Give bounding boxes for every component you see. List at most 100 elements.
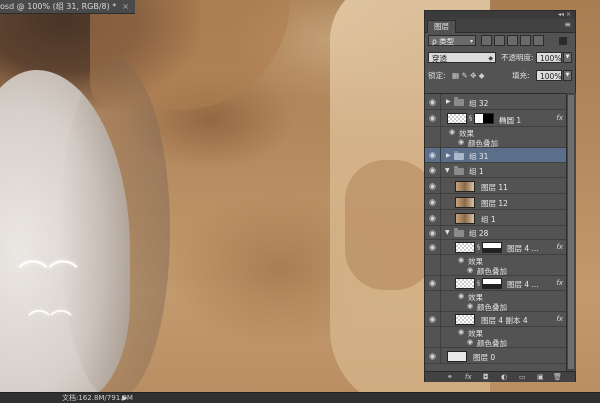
effects-row: ◉ 效果 <box>425 127 566 138</box>
add-mask-icon[interactable]: ◘ <box>483 372 489 382</box>
eye-icon[interactable]: ◉ <box>425 94 441 109</box>
filter-adjustment-icon[interactable] <box>494 35 505 46</box>
panel-tab-bar: 图层 ≡ <box>425 19 575 33</box>
mask-thumbnail[interactable] <box>474 113 494 124</box>
layer-group1-image[interactable]: ◉ 组 1 <box>425 210 566 226</box>
effects-row: ◉ 效果 <box>425 291 566 302</box>
lock-label: 锁定: <box>428 71 446 80</box>
eye-icon[interactable]: ◉ <box>425 226 441 239</box>
trash-icon[interactable]: 🗑 <box>553 372 562 382</box>
close-icon[interactable]: × <box>122 2 129 11</box>
expand-arrow-icon[interactable]: ▶ <box>446 152 451 159</box>
eye-icon[interactable] <box>425 265 441 275</box>
eye-icon[interactable]: ◉ <box>458 256 464 264</box>
panel-header-bar: ◂◂ × <box>425 11 575 19</box>
eye-icon[interactable] <box>425 337 441 347</box>
blend-mode-select[interactable]: 穿透 ◆ <box>428 52 496 63</box>
eye-icon[interactable]: ◉ <box>467 266 473 274</box>
layer-list-scrollbar[interactable] <box>566 93 576 371</box>
fill-dropdown-icon[interactable]: ▼ <box>563 70 572 81</box>
scrollbar-thumb[interactable] <box>568 95 574 369</box>
fx-icon[interactable]: fx <box>556 315 563 323</box>
mask-thumbnail[interactable] <box>482 278 502 289</box>
layer-group-28[interactable]: ◉ ▼ 组 28 <box>425 226 566 240</box>
link-layers-icon[interactable]: ⚭ <box>447 372 453 382</box>
opacity-label: 不透明度: <box>501 53 534 62</box>
eye-icon[interactable] <box>425 127 441 137</box>
opacity-field[interactable]: 100% <box>536 52 562 63</box>
layer-group-32[interactable]: ◉ ▶ 组 32 <box>425 94 566 110</box>
bird-icon: ⌒⌒ <box>28 310 73 335</box>
eye-icon[interactable]: ◉ <box>425 110 441 126</box>
add-style-icon[interactable]: fx <box>465 372 472 382</box>
fill-field[interactable]: 100% <box>536 70 562 81</box>
eye-icon[interactable]: ◉ <box>425 240 441 254</box>
layer-group-1[interactable]: ◉ ▼ 组 1 <box>425 163 566 178</box>
layer-4-copy-4[interactable]: ◉ 图层 4 副本 4 fx <box>425 312 566 327</box>
filter-shape-icon[interactable] <box>520 35 531 46</box>
layers-panel: ◂◂ × 图层 ≡ ρ 类型 ▾ 穿透 ◆ 不透明度: 100% ▼ 锁定: ▦ ✎… <box>424 10 576 382</box>
eye-icon[interactable] <box>425 301 441 311</box>
color-overlay-row[interactable]: ◉ 颜色叠加 <box>425 301 566 312</box>
eye-icon[interactable] <box>425 255 441 265</box>
eye-icon[interactable]: ◉ <box>425 194 441 209</box>
new-group-icon[interactable]: ▭ <box>519 372 526 382</box>
filter-toggle[interactable] <box>559 37 567 45</box>
lock-icons[interactable]: ▦ ✎ ✥ ◆ <box>452 70 485 81</box>
panel-menu-icon[interactable]: ≡ <box>564 20 571 29</box>
layer-0[interactable]: ◉ 图层 0 <box>425 348 566 364</box>
link-icon[interactable]: § <box>469 115 472 122</box>
eye-icon[interactable]: ◉ <box>425 210 441 225</box>
folder-icon <box>454 97 464 106</box>
collapse-close-icons[interactable]: ◂◂ × <box>558 11 571 18</box>
filter-kind-select[interactable]: ρ 类型 ▾ <box>428 35 476 46</box>
eye-icon[interactable]: ◉ <box>467 302 473 310</box>
eye-icon[interactable]: ◉ <box>458 138 464 146</box>
layer-name: 组 28 <box>469 229 489 238</box>
layer-11[interactable]: ◉ 图层 11 <box>425 178 566 194</box>
mid-band-shape <box>345 160 435 290</box>
fx-icon[interactable]: fx <box>556 114 563 122</box>
layer-12[interactable]: ◉ 图层 12 <box>425 194 566 210</box>
eye-icon[interactable]: ◉ <box>425 348 441 363</box>
layer-name: 图层 4 ... <box>507 280 539 289</box>
eye-icon[interactable] <box>425 327 441 337</box>
eye-icon[interactable]: ◉ <box>458 292 464 300</box>
tab-layers[interactable]: 图层 <box>427 20 456 33</box>
eye-icon[interactable]: ◉ <box>425 178 441 193</box>
layer-thumbnail <box>447 351 467 362</box>
document-tab[interactable]: osd @ 100% (组 31, RGB/8) * × <box>0 0 135 14</box>
layer-thumbnail <box>455 278 475 289</box>
eye-icon[interactable]: ◉ <box>425 163 441 177</box>
filter-smart-icon[interactable] <box>533 35 544 46</box>
filter-row: ρ 类型 ▾ <box>425 34 575 47</box>
fx-icon[interactable]: fx <box>556 279 563 287</box>
link-icon[interactable]: § <box>477 280 480 287</box>
collapse-arrow-icon[interactable]: ▼ <box>445 167 450 174</box>
color-overlay-row[interactable]: ◉ 颜色叠加 <box>425 337 566 348</box>
eye-icon[interactable]: ◉ <box>425 148 441 162</box>
eye-icon[interactable]: ◉ <box>449 128 455 136</box>
layer-group-31[interactable]: ◉ ▶ 组 31 <box>425 148 566 163</box>
color-overlay-row[interactable]: ◉ 颜色叠加 <box>425 265 566 276</box>
filter-type-icon[interactable] <box>507 35 518 46</box>
eye-icon[interactable]: ◉ <box>458 328 464 336</box>
layer-4-a[interactable]: ◉ § 图层 4 ... fx <box>425 240 566 255</box>
layer-4-b[interactable]: ◉ § 图层 4 ... fx <box>425 276 566 291</box>
adjustment-layer-icon[interactable]: ◐ <box>501 372 507 382</box>
new-layer-icon[interactable]: ▣ <box>537 372 544 382</box>
link-icon[interactable]: § <box>477 244 480 251</box>
opacity-dropdown-icon[interactable]: ▼ <box>563 52 572 63</box>
eye-icon[interactable] <box>425 291 441 301</box>
expand-arrow-icon[interactable]: ▶ <box>446 98 451 105</box>
color-overlay-row[interactable]: ◉ 颜色叠加 <box>425 137 566 148</box>
filter-pixel-icon[interactable] <box>481 35 492 46</box>
fx-icon[interactable]: fx <box>556 243 563 251</box>
collapse-arrow-icon[interactable]: ▼ <box>445 229 450 236</box>
mask-thumbnail[interactable] <box>482 242 502 253</box>
eye-icon[interactable]: ◉ <box>425 276 441 290</box>
eye-icon[interactable] <box>425 137 441 147</box>
eye-icon[interactable]: ◉ <box>467 338 473 346</box>
layer-ellipse-1[interactable]: ◉ § 椭圆 1 fx <box>425 110 566 127</box>
eye-icon[interactable]: ◉ <box>425 312 441 326</box>
